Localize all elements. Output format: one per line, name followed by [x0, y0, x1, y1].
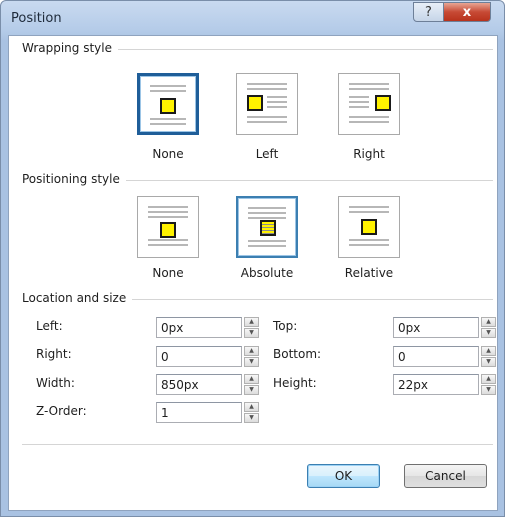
zorder-label: Z-Order:: [36, 404, 87, 418]
zorder-input[interactable]: [156, 402, 242, 423]
down-arrow-icon[interactable]: ▼: [244, 357, 259, 367]
position-absolute-option[interactable]: [236, 196, 298, 258]
position-absolute-icon: [248, 207, 286, 247]
position-relative-option[interactable]: [338, 196, 400, 258]
position-none-icon: [148, 206, 188, 248]
left-stepper[interactable]: ▲ ▼: [244, 317, 259, 338]
right-stepper[interactable]: ▲ ▼: [244, 346, 259, 367]
right-label: Right:: [36, 347, 72, 361]
wrap-none-icon: [150, 85, 186, 125]
help-button[interactable]: ?: [413, 2, 444, 22]
up-arrow-icon[interactable]: ▲: [481, 346, 496, 356]
height-input[interactable]: [393, 374, 479, 395]
left-label: Left:: [36, 319, 63, 333]
down-arrow-icon[interactable]: ▼: [244, 385, 259, 395]
positioning-style-heading: Positioning style: [22, 172, 126, 186]
up-arrow-icon[interactable]: ▲: [481, 317, 496, 327]
ok-button[interactable]: OK: [307, 464, 380, 488]
location-size-heading: Location and size: [22, 291, 133, 305]
bottom-input[interactable]: [393, 346, 479, 367]
wrap-none-label: None: [152, 147, 184, 161]
height-label: Height:: [273, 376, 317, 390]
wrap-none-option[interactable]: [137, 73, 199, 135]
window-title: Position: [11, 11, 62, 26]
zorder-stepper[interactable]: ▲ ▼: [244, 402, 259, 423]
wrap-left-option[interactable]: [236, 73, 298, 135]
left-input[interactable]: [156, 317, 242, 338]
wrap-left-label: Left: [255, 147, 279, 161]
up-arrow-icon[interactable]: ▲: [481, 374, 496, 384]
up-arrow-icon[interactable]: ▲: [244, 317, 259, 327]
wrap-right-icon: [349, 83, 391, 125]
position-none-label: None: [152, 266, 184, 280]
down-arrow-icon[interactable]: ▼: [481, 385, 496, 395]
position-absolute-label: Absolute: [240, 266, 294, 280]
wrap-right-label: Right: [353, 147, 385, 161]
position-none-option[interactable]: [137, 196, 199, 258]
top-label: Top:: [273, 319, 298, 333]
cancel-button[interactable]: Cancel: [404, 464, 487, 488]
wrapping-style-heading: Wrapping style: [22, 41, 118, 55]
bottom-label: Bottom:: [273, 347, 322, 361]
close-icon: x: [462, 4, 472, 20]
height-stepper[interactable]: ▲ ▼: [481, 374, 496, 395]
up-arrow-icon[interactable]: ▲: [244, 346, 259, 356]
top-input[interactable]: [393, 317, 479, 338]
width-stepper[interactable]: ▲ ▼: [244, 374, 259, 395]
down-arrow-icon[interactable]: ▼: [481, 328, 496, 338]
help-icon: ?: [425, 4, 432, 20]
close-button[interactable]: x: [443, 2, 491, 22]
width-input[interactable]: [156, 374, 242, 395]
dialog-body: Wrapping style None Left Right Positioni…: [8, 35, 498, 511]
top-stepper[interactable]: ▲ ▼: [481, 317, 496, 338]
position-relative-label: Relative: [344, 266, 394, 280]
title-bar[interactable]: Position ? x: [1, 1, 504, 35]
position-relative-icon: [349, 206, 389, 248]
up-arrow-icon[interactable]: ▲: [244, 402, 259, 412]
wrap-right-option[interactable]: [338, 73, 400, 135]
down-arrow-icon[interactable]: ▼: [244, 328, 259, 338]
down-arrow-icon[interactable]: ▼: [481, 357, 496, 367]
down-arrow-icon[interactable]: ▼: [244, 413, 259, 423]
width-label: Width:: [36, 376, 75, 390]
button-divider: [22, 444, 493, 445]
bottom-stepper[interactable]: ▲ ▼: [481, 346, 496, 367]
position-dialog: Position ? x Wrapping style None Left Ri…: [0, 0, 505, 517]
wrap-left-icon: [247, 83, 287, 125]
up-arrow-icon[interactable]: ▲: [244, 374, 259, 384]
right-input[interactable]: [156, 346, 242, 367]
